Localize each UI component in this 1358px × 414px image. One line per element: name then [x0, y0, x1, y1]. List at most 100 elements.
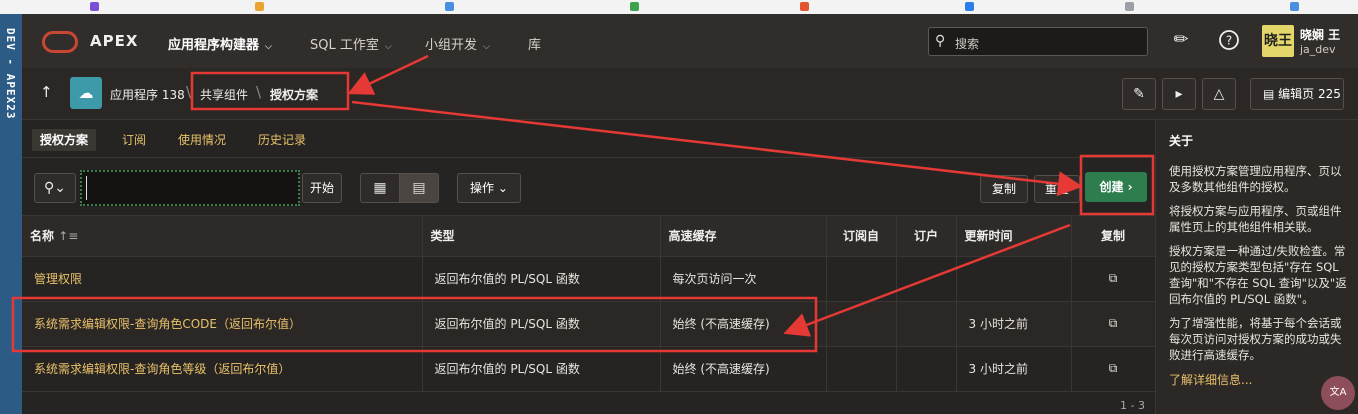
scheme-updated: 3 小时之前 — [956, 301, 1072, 347]
scheme-updated: 3 小时之前 — [956, 346, 1072, 392]
scheme-name-link[interactable]: 系统需求编辑权限-查询角色CODE（返回布尔值） — [22, 301, 423, 347]
copy-button[interactable]: 复制 — [980, 175, 1028, 203]
chevron-down-icon: ⌵ — [265, 42, 272, 52]
scheme-type: 返回布尔值的 PL/SQL 函数 — [422, 346, 661, 392]
scheme-subscribed-from — [826, 301, 897, 347]
column-header-copy[interactable]: 复制 — [1071, 216, 1156, 257]
pagination-info: 1 - 3 — [1120, 399, 1145, 412]
about-paragraph: 为了增强性能，将基于每个会话或每次页访问对授权方案的成功或失败进行高速缓存。 — [1169, 316, 1342, 362]
search-placeholder: 搜索 — [955, 37, 980, 51]
actions-label: 操作 — [470, 181, 495, 195]
apex-brand[interactable]: APEX — [90, 32, 138, 50]
column-header-updated[interactable]: 更新时间 — [956, 216, 1072, 257]
chevron-down-icon: ⌵ — [483, 42, 490, 52]
create-button[interactable]: 创建 › — [1085, 172, 1147, 202]
global-search[interactable]: ⚲ 搜索 — [928, 27, 1148, 56]
help-icon[interactable]: ? — [1216, 29, 1242, 55]
breadcrumb-separator: \ — [186, 83, 192, 101]
dev-bar-label: DEV - APEX23 — [4, 28, 17, 120]
tag-icon[interactable]: ▸ — [1162, 78, 1196, 110]
user-settings-icon[interactable]: ✏ — [1168, 29, 1194, 55]
nav-team-development[interactable]: 小组开发 ⌵ — [425, 34, 490, 53]
scheme-subscribers — [896, 256, 957, 302]
user-name[interactable]: 晓娴 王 — [1300, 26, 1340, 43]
scheme-name-link[interactable]: 系统需求编辑权限-查询角色等级（返回布尔值） — [22, 346, 423, 392]
nav-app-builder[interactable]: 应用程序构建器 ⌵ — [168, 34, 272, 53]
svg-text:?: ? — [1226, 34, 1232, 48]
scheme-subscribers — [896, 301, 957, 347]
tab-utilization[interactable]: 使用情况 — [170, 129, 234, 151]
column-header-type[interactable]: 类型 — [422, 216, 661, 257]
table-row: 系统需求编辑权限-查询角色等级（返回布尔值） 返回布尔值的 PL/SQL 函数 … — [22, 346, 1156, 392]
top-navigation: APEX 应用程序构建器 ⌵ SQL 工作室 ⌵ 小组开发 ⌵ 库 ⚲ 搜索 ✏ ? … — [22, 14, 1358, 68]
icon-view-toggle[interactable]: ▦ — [360, 173, 400, 203]
nav-gallery-label: 库 — [528, 38, 542, 53]
copy-icon[interactable]: ⧉ — [1109, 316, 1118, 330]
copy-row-cell: ⧉ — [1071, 346, 1156, 392]
search-column-selector[interactable]: ⚲⌄ — [34, 173, 76, 203]
avatar[interactable]: 晓王 — [1262, 25, 1294, 57]
about-paragraph: 授权方案是一种通过/失败检查。常见的授权方案类型包括"存在 SQL 查询"和"不… — [1169, 244, 1347, 306]
breadcrumb-separator: \ — [256, 83, 262, 101]
tab-history[interactable]: 历史记录 — [250, 129, 314, 151]
dev-environment-bar: DEV - APEX23 — [0, 14, 22, 414]
chevron-down-icon: ⌵ — [384, 42, 392, 52]
scheme-type: 返回布尔值的 PL/SQL 函数 — [422, 301, 661, 347]
shapes-icon[interactable]: △ — [1202, 78, 1236, 110]
tab-bar: 授权方案 订阅 使用情况 历史记录 — [22, 120, 1155, 158]
edit-page-label: 编辑页 225 — [1278, 87, 1341, 101]
application-icon[interactable]: ☁ — [70, 77, 102, 109]
copy-icon[interactable]: ⧉ — [1109, 361, 1118, 375]
scheme-name-link[interactable]: 管理权限 — [22, 256, 423, 302]
breadcrumb-bar: ↑ ☁ 应用程序 138 \ 共享组件 \ 授权方案 ✎ ▸ △ ▤ 编辑页 2… — [22, 68, 1358, 120]
oracle-logo-icon[interactable] — [42, 31, 78, 53]
column-header-label: 名称 — [30, 229, 55, 244]
reset-button[interactable]: 重置 — [1034, 175, 1080, 203]
tab-subscription[interactable]: 订阅 — [114, 129, 154, 151]
column-header-subscribers[interactable]: 订户 — [896, 216, 957, 257]
go-button[interactable]: 开始 — [302, 173, 342, 203]
report-view-toggle[interactable]: ▤ — [399, 173, 439, 203]
table-row: 系统需求编辑权限-查询角色CODE（返回布尔值） 返回布尔值的 PL/SQL 函… — [22, 301, 1156, 347]
report-toolbar: ⚲⌄ 开始 ▦ ▤ 操作 ⌄ 复制 重置 创建 › — [22, 158, 1155, 216]
up-arrow-icon[interactable]: ↑ — [40, 83, 53, 101]
scheme-cache: 始终 (不高速缓存) — [660, 346, 827, 392]
report-search-input[interactable] — [86, 176, 294, 200]
scheme-cache: 始终 (不高速缓存) — [660, 301, 827, 347]
actions-menu-button[interactable]: 操作 ⌄ — [457, 173, 521, 203]
main-region: 授权方案 订阅 使用情况 历史记录 ⚲⌄ 开始 ▦ ▤ 操作 ⌄ 复制 重置 创… — [22, 120, 1156, 414]
scheme-subscribed-from — [826, 346, 897, 392]
copy-icon[interactable]: ⧉ — [1109, 271, 1118, 285]
about-paragraph: 将授权方案与应用程序、页或组件属性页上的其他组件相关联。 — [1169, 204, 1342, 234]
edit-page-button[interactable]: ▤ 编辑页 225 — [1250, 78, 1344, 110]
search-icon: ⚲ — [935, 33, 946, 49]
nav-sql-workshop-label: SQL 工作室 — [310, 38, 379, 53]
chevron-down-icon: ⌄ — [497, 181, 508, 195]
column-header-name[interactable]: 名称 ↑≡ — [22, 216, 423, 257]
copy-row-cell: ⧉ — [1071, 256, 1156, 302]
scheme-updated — [956, 256, 1072, 302]
column-header-cache[interactable]: 高速缓存 — [660, 216, 827, 257]
about-title: 关于 — [1169, 134, 1194, 148]
table-row: 管理权限 返回布尔值的 PL/SQL 函数 每次页访问一次 ⧉ — [22, 256, 1156, 302]
nav-gallery[interactable]: 库 — [528, 34, 541, 53]
tab-authorization-schemes[interactable]: 授权方案 — [32, 129, 97, 151]
comment-add-icon[interactable]: ✎ — [1122, 78, 1156, 110]
learn-more-link[interactable]: 了解详细信息... — [1169, 371, 1348, 388]
breadcrumb-shared-components[interactable]: 共享组件 — [200, 86, 248, 103]
about-panel: 关于 使用授权方案管理应用程序、页以及多数其他组件的授权。 将授权方案与应用程序… — [1155, 120, 1358, 414]
authorization-schemes-table: 名称 ↑≡ 类型 高速缓存 订阅自 订户 更新时间 复制 管理权限 返回布尔值的… — [22, 216, 1156, 392]
scheme-subscribed-from — [826, 256, 897, 302]
sort-ascending-icon: ↑≡ — [58, 229, 79, 244]
column-header-subscribed-from[interactable]: 订阅自 — [826, 216, 897, 257]
report-search-wrapper — [80, 170, 300, 206]
breadcrumb-app[interactable]: 应用程序 138 — [110, 86, 185, 103]
nav-sql-workshop[interactable]: SQL 工作室 ⌵ — [310, 34, 392, 53]
page-icon: ▤ — [1263, 87, 1275, 101]
about-paragraph: 使用授权方案管理应用程序、页以及多数其他组件的授权。 — [1169, 164, 1342, 194]
nav-app-builder-label: 应用程序构建器 — [168, 38, 260, 53]
scheme-subscribers — [896, 346, 957, 392]
nav-team-development-label: 小组开发 — [425, 38, 478, 53]
translate-icon[interactable]: 文A — [1321, 376, 1355, 410]
user-id: ja_dev — [1300, 43, 1336, 56]
